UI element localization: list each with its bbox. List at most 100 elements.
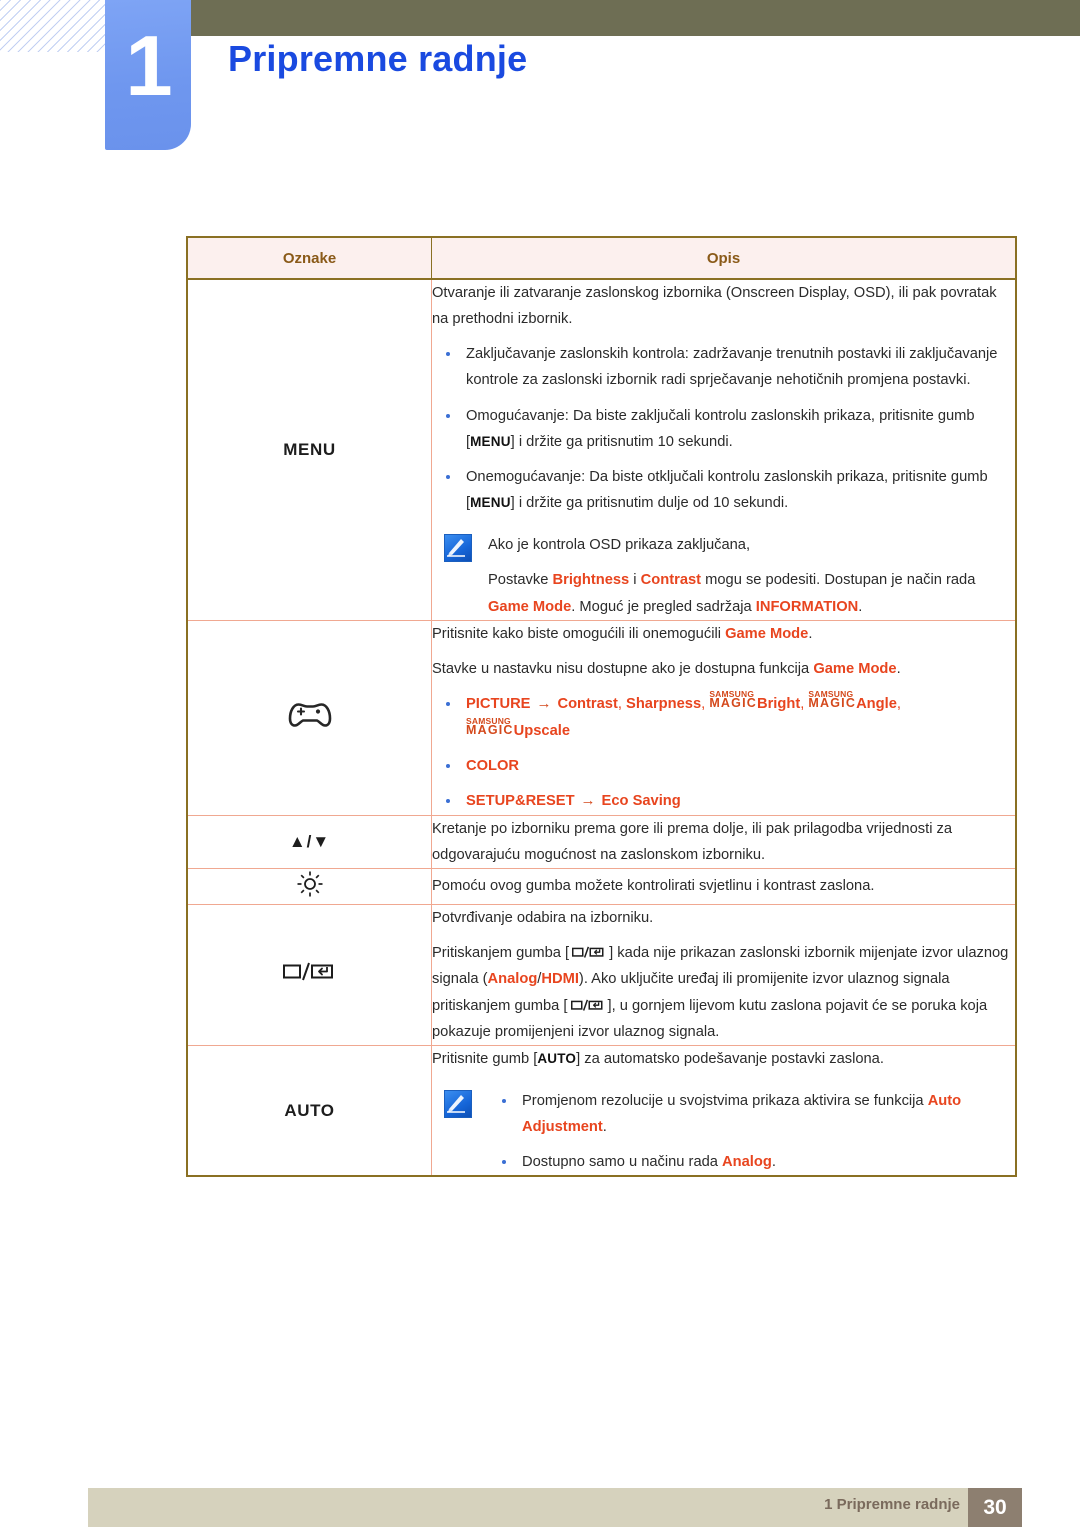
magic-bottom-text: MAGIC [466,722,514,737]
pen-glyph [447,539,465,557]
table-row: AUTO Pritisnite gumb [AUTO] za automatsk… [186,1044,1017,1177]
note-text: . [858,598,863,615]
samsung-magic-logo: SAMSUNG MAGIC [709,690,757,711]
bullet-text: Dostupno samo u načinu rada [522,1154,723,1171]
list-item: SETUP&RESET → Eco Saving [432,788,1015,815]
source-enter-glyph [282,963,333,981]
picture-menu-term: PICTURE [466,696,531,713]
setupreset-menu-term: SETUP&RESET [466,793,575,810]
samsung-magic-logo: SAMSUNG MAGIC [466,717,514,737]
gamemode-menu-list: PICTURE → Contrast, Sharpness, SAMSUNG MAGI… [432,690,1015,815]
list-item: Omogućavanje: Da biste zaključali kontro… [432,403,1015,455]
table-row: ▲/▼ Kretanje po izborniku prema gore ili… [186,814,1017,870]
contrast-term: Contrast [557,696,618,713]
table-body: MENU Otvaranje ili zatvaranje zaslonskog… [186,278,1017,1177]
bullet-text: . [771,1154,776,1171]
symbol-cell-menu: MENU [186,278,432,621]
note-pen-icon [444,1089,472,1118]
table-row: Potvrđivanje odabira na izborniku. Priti… [186,904,1017,1046]
description-cell-menu: Otvaranje ili zatvaranje zaslonskog izbo… [431,278,1017,621]
sun-glyph [297,871,322,897]
note-text: mogu se podesiti. Dostupan je način rada [701,572,976,589]
menu-bullet-list: Zaključavanje zaslonskih kontrola: zadrž… [432,341,1015,516]
list-item: Promjenom rezolucije u svojstvima prikaz… [488,1088,1015,1140]
footer-chapter-label: 1 Pripremne radnje [824,1496,960,1513]
updown-paragraph: Kretanje po izborniku prema gore ili pre… [432,820,953,863]
page-title: Pripremne radnje [228,38,528,79]
list-item: Dostupno samo u načinu rada Analog. [488,1149,1015,1175]
para-text: . [896,660,901,677]
auto-key-badge: AUTO [537,1050,577,1066]
gamepad-icon [287,703,333,736]
brightness-term: Brightness [552,572,630,589]
controls-table: Oznake Opis MENU Otvaranje ili zatvaranj… [186,236,1017,1178]
analog-term: Analog [722,1154,772,1171]
description-cell-gamemode: Pritisnite kako biste omogućili ili onem… [431,619,1017,816]
auto-note-list: Promjenom rezolucije u svojstvima prikaz… [488,1088,1015,1175]
source-enter-inline-icon [568,998,608,1014]
brightness-paragraph: Pomoću ovog gumba možete kontrolirati sv… [432,878,875,895]
sharpness-term: Sharpness [626,696,702,713]
note-line-2: Postavke Brightness i Contrast mogu se p… [488,567,1015,619]
note-text: Postavke [488,572,553,589]
table-row: Pomoću ovog gumba možete kontrolirati sv… [186,868,1017,906]
hdmi-term: HDMI [541,971,579,988]
bullet-text: ] i držite ga pritisnutim 10 sekundi. [510,433,733,450]
source-enter-inline-icon [569,945,609,961]
page-number-box: 30 [968,1488,1022,1527]
separator: , [701,696,710,713]
chapter-number: 1 [125,19,172,114]
gamepad-glyph [288,703,331,728]
table-header-row: Oznake Opis [186,236,1017,280]
note-block: Ako je kontrola OSD prikaza zaključana, … [432,532,1015,619]
page-number: 30 [983,1496,1007,1519]
bullet-text: Zaključavanje zaslonskih kontrola: zadrž… [466,346,998,389]
contrast-term: Contrast [640,572,702,589]
para-text: Stavke u nastavku nisu dostupne ako je d… [432,660,814,677]
menu-intro-paragraph: Otvaranje ili zatvaranje zaslonskog izbo… [432,285,997,328]
source-paragraph-2: Pritiskanjem gumba [] kada nije prikazan… [432,940,1015,1045]
symbol-cell-auto: AUTO [186,1044,432,1177]
table-row: MENU Otvaranje ili zatvaranje zaslonskog… [186,278,1017,621]
color-menu-term: COLOR [466,757,520,774]
decorative-hatch-pattern [0,0,112,52]
table-header: Oznake Opis [186,236,1017,280]
note-block: Promjenom rezolucije u svojstvima prikaz… [432,1088,1015,1175]
bright-term: Bright [756,696,801,713]
brightness-icon [295,871,325,903]
magic-bottom-text: MAGIC [808,696,857,711]
description-cell-source-enter: Potvrđivanje odabira na izborniku. Priti… [431,904,1017,1046]
description-cell-auto: Pritisnite gumb [AUTO] za automatsko pod… [431,1044,1017,1177]
para-text: . [808,625,813,642]
note-text: . Moguć je pregled sadržaja [571,598,756,615]
gamemode-term: Game Mode [488,598,572,615]
source-paragraph-1: Potvrđivanje odabira na izborniku. [432,910,654,927]
samsung-magic-logo: SAMSUNG MAGIC [808,690,857,711]
gamemode-term: Game Mode [725,625,809,642]
description-cell-updown: Kretanje po izborniku prema gore ili pre… [431,814,1017,870]
separator: , [800,696,809,713]
note-pen-icon [444,534,472,563]
gamemode-term: Game Mode [813,660,897,677]
menu-key-badge: MENU [470,495,511,511]
source-enter-glyph [570,999,603,1011]
magic-bottom-text: MAGIC [709,696,757,711]
separator: , [896,696,901,713]
information-term: INFORMATION [755,598,859,615]
pen-glyph [447,1094,465,1113]
bullet-text: Promjenom rezolucije u svojstvima prikaz… [522,1092,928,1109]
symbol-cell-brightness [186,868,432,906]
note-text: i [629,572,641,589]
separator: , [617,696,627,713]
para-text: Pritisnite kako biste omogućili ili onem… [432,625,726,642]
arrow-icon: → [536,695,552,713]
bullet-text: . [602,1119,607,1136]
gamemode-paragraph-1: Pritisnite kako biste omogućili ili onem… [432,621,1015,647]
column-header-opis: Opis [431,236,1017,280]
column-header-oznake: Oznake [186,236,432,280]
gamemode-paragraph-2: Stavke u nastavku nisu dostupne ako je d… [432,656,1015,682]
symbol-cell-source-enter [186,904,432,1046]
chapter-number-badge: 1 [105,0,191,150]
para-text: Pritisnite gumb [ [432,1050,538,1067]
description-cell-brightness: Pomoću ovog gumba možete kontrolirati sv… [431,868,1017,906]
